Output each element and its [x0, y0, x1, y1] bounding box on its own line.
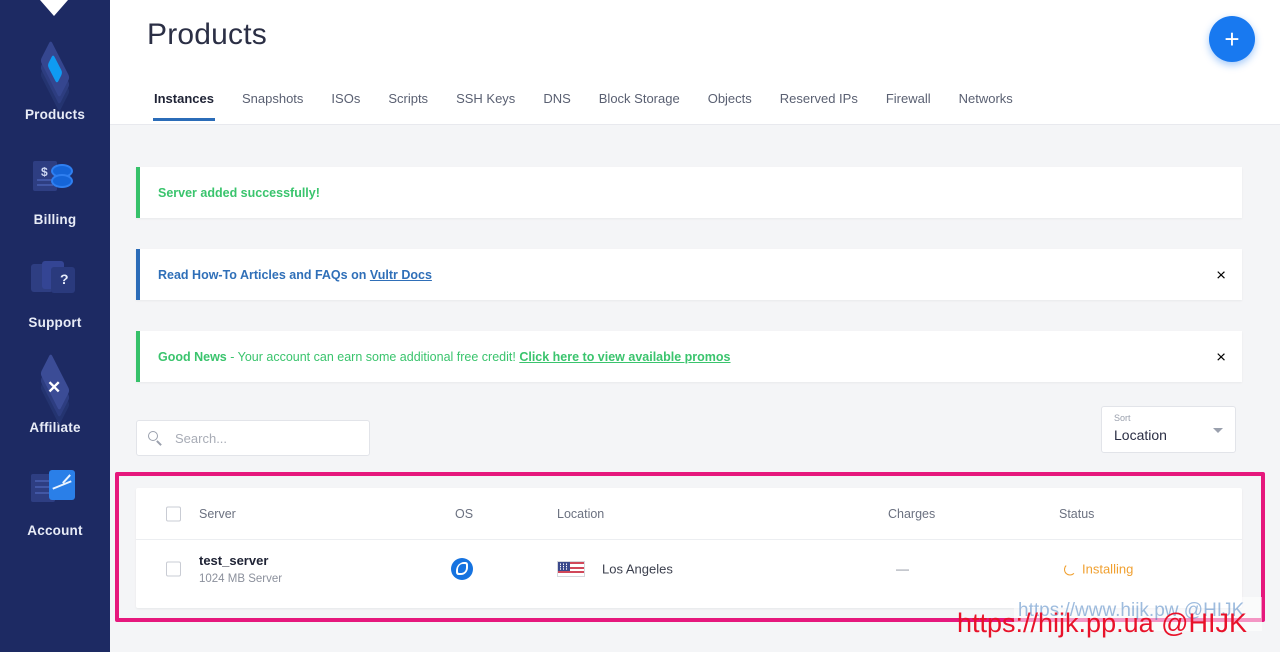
- sidebar-item-label: Affiliate: [29, 420, 80, 435]
- sidebar-item-label: Billing: [34, 212, 77, 227]
- vultr-docs-link[interactable]: Vultr Docs: [370, 268, 432, 282]
- tab-scripts[interactable]: Scripts: [374, 88, 442, 120]
- tab-dns[interactable]: DNS: [529, 88, 584, 120]
- status-badge: Installing: [1064, 562, 1133, 577]
- sort-label: Sort: [1114, 413, 1131, 423]
- billing-coins-icon: $: [29, 155, 81, 205]
- content-area: Server added successfully! Read How-To A…: [110, 125, 1280, 652]
- tab-firewall[interactable]: Firewall: [872, 88, 945, 120]
- banner-promo-text: - Your account can earn some additional …: [227, 350, 520, 364]
- promo-link[interactable]: Click here to view available promos: [519, 350, 730, 364]
- tab-objects[interactable]: Objects: [694, 88, 766, 120]
- tab-snapshots[interactable]: Snapshots: [228, 88, 317, 120]
- sidebar-item-support[interactable]: ? Support: [0, 258, 110, 330]
- spinner-icon: [1064, 563, 1076, 575]
- sidebar-item-products[interactable]: Products: [0, 50, 110, 122]
- banner-accent-bar: [136, 167, 140, 218]
- search-box[interactable]: [136, 420, 370, 456]
- banner-promo: Good News - Your account can earn some a…: [136, 331, 1242, 382]
- ubuntu-icon: [451, 558, 473, 580]
- location-value: Los Angeles: [602, 562, 673, 577]
- chevron-down-icon[interactable]: [1213, 428, 1223, 433]
- select-all-checkbox[interactable]: [166, 506, 181, 521]
- banner-promo-close-icon[interactable]: ×: [1216, 348, 1226, 365]
- banner-text: Server added successfully!: [158, 186, 320, 200]
- sidebar-item-affiliate[interactable]: ✕ Affiliate: [0, 363, 110, 435]
- tab-ssh-keys[interactable]: SSH Keys: [442, 88, 529, 120]
- instances-table: Server OS Location Charges Status test_s…: [136, 488, 1242, 608]
- status-text: Installing: [1082, 562, 1133, 577]
- page-title: Products: [147, 18, 267, 52]
- banner-accent-bar: [136, 249, 140, 300]
- account-chart-icon: [29, 466, 81, 516]
- column-header-status: Status: [1059, 507, 1094, 521]
- sidebar: Products $ Billing ? Supp: [0, 0, 110, 652]
- sidebar-item-label: Products: [25, 107, 85, 122]
- tab-bar: Instances Snapshots ISOs Scripts SSH Key…: [110, 88, 1280, 125]
- charges-value: —: [896, 562, 909, 577]
- table-header-row: Server OS Location Charges Status: [136, 488, 1242, 540]
- tab-reserved-ips[interactable]: Reserved IPs: [766, 88, 872, 120]
- us-flag-icon: [557, 561, 585, 577]
- column-header-server: Server: [199, 507, 236, 521]
- watermark-red: https://hijk.pp.ua @HIJK: [957, 608, 1247, 639]
- sort-value: Location: [1114, 427, 1167, 443]
- server-name: test_server: [199, 553, 268, 568]
- tab-list: Instances Snapshots ISOs Scripts SSH Key…: [140, 88, 1027, 120]
- tab-isos[interactable]: ISOs: [317, 88, 374, 120]
- banner-text: Good News - Your account can earn some a…: [158, 350, 731, 364]
- sidebar-notch-icon: [40, 0, 68, 16]
- row-checkbox[interactable]: [166, 562, 181, 577]
- search-input[interactable]: [175, 431, 345, 446]
- banner-docs-text: Read How-To Articles and FAQs on: [158, 268, 370, 282]
- app-root: Products $ Billing ? Supp: [0, 0, 1280, 652]
- sort-select[interactable]: Sort Location: [1101, 406, 1236, 453]
- add-instance-button[interactable]: +: [1209, 16, 1255, 62]
- banner-docs: Read How-To Articles and FAQs on Vultr D…: [136, 249, 1242, 300]
- sidebar-item-label: Account: [27, 523, 82, 538]
- banner-accent-bar: [136, 331, 140, 382]
- column-header-charges: Charges: [888, 507, 935, 521]
- banner-text: Read How-To Articles and FAQs on Vultr D…: [158, 268, 432, 282]
- affiliate-link-icon: ✕: [29, 363, 81, 413]
- sidebar-item-account[interactable]: Account: [0, 466, 110, 538]
- table-row[interactable]: test_server 1024 MB Server Los Angeles —: [136, 540, 1242, 598]
- products-layers-icon: [29, 50, 81, 100]
- main-panel: Products Instances Snapshots ISOs Script…: [110, 0, 1280, 652]
- column-header-location: Location: [557, 507, 604, 521]
- banner-docs-close-icon[interactable]: ×: [1216, 266, 1226, 283]
- search-icon: [148, 431, 163, 446]
- banner-server-added: Server added successfully!: [136, 167, 1242, 218]
- banner-promo-bold: Good News: [158, 350, 227, 364]
- support-question-icon: ?: [29, 258, 81, 308]
- server-plan: 1024 MB Server: [199, 573, 282, 585]
- tab-instances[interactable]: Instances: [140, 88, 228, 120]
- tab-networks[interactable]: Networks: [945, 88, 1027, 120]
- tab-block-storage[interactable]: Block Storage: [585, 88, 694, 120]
- sidebar-item-label: Support: [28, 315, 81, 330]
- column-header-os: OS: [455, 507, 473, 521]
- sidebar-item-billing[interactable]: $ Billing: [0, 155, 110, 227]
